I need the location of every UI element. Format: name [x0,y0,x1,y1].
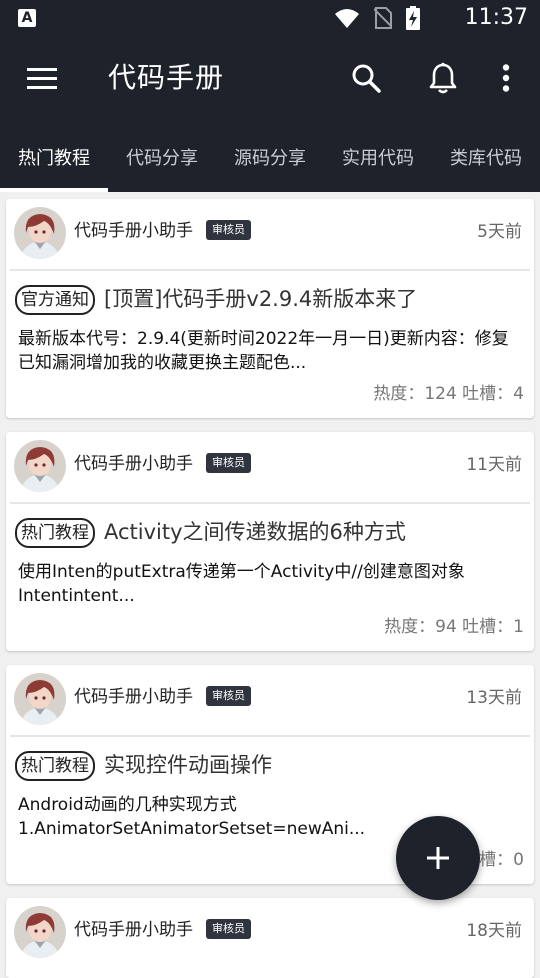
avatar[interactable] [14,673,66,725]
author-name: 代码手册小助手 [74,221,193,241]
role-badge: 审核员 [206,220,251,240]
post-tag: 热门教程 [15,518,95,548]
more-vert-icon [502,64,510,92]
avatar-image [14,673,66,725]
author-name: 代码手册小助手 [74,454,193,474]
tab-hot-tutorials[interactable]: 热门教程 [0,122,108,192]
divider [10,502,530,504]
menu-button[interactable] [22,62,62,96]
role-badge: 审核员 [206,686,251,706]
post-tag: 热门教程 [15,751,95,781]
post-time: 11天前 [466,455,522,475]
post-title: [顶置]代码手册v2.9.4新版本来了 [104,287,418,311]
clock: 11:37 [464,5,528,30]
post-excerpt: 最新版本代号：2.9.4(更新时间2022年一月一日)更新内容：修复已知漏洞增加… [18,329,509,373]
tab-library-code[interactable]: 类库代码 [432,122,540,192]
tab-indicator [0,188,108,192]
search-button[interactable] [346,58,386,98]
avatar[interactable] [14,906,66,958]
app-toolbar: 代码手册 [0,36,540,122]
notifications-button[interactable] [423,58,463,98]
search-icon [352,64,381,93]
role-badge: 审核员 [206,919,251,939]
post-tag: 官方通知 [15,285,95,315]
post-title: 实现控件动画操作 [104,753,272,777]
post-time: 18天前 [466,921,522,941]
post-time: 13天前 [466,688,522,708]
add-post-button[interactable] [396,816,480,900]
no-sim-icon [374,7,392,29]
post-title: Activity之间传递数据的6种方式 [104,520,406,544]
post-card[interactable]: 代码手册小助手 审核员 11天前 热门教程 Activity之间传递数据的6种方… [6,432,534,651]
plus-icon [427,847,449,869]
menu-icon [27,68,57,89]
avatar[interactable] [14,207,66,259]
divider [10,735,530,737]
avatar-image [14,440,66,492]
divider [10,269,530,271]
bell-icon [429,62,457,94]
post-stats: 热度：94 吐槽：1 [384,617,524,637]
post-card[interactable]: 代码手册小助手 审核员 18天前 [6,898,534,978]
tab-practical-code[interactable]: 实用代码 [324,122,432,192]
avatar-image [14,207,66,259]
more-options-button[interactable] [486,58,526,98]
role-badge: 审核员 [206,453,251,473]
app-title: 代码手册 [108,61,225,94]
author-name: 代码手册小助手 [74,920,193,940]
tab-source-share[interactable]: 源码分享 [216,122,324,192]
author-name: 代码手册小助手 [74,687,193,707]
post-time: 5天前 [477,222,522,242]
post-card[interactable]: 代码手册小助手 审核员 5天前 官方通知 [顶置]代码手册v2.9.4新版本来了… [6,199,534,418]
category-tabs: 热门教程 代码分享 源码分享 实用代码 类库代码 [0,122,540,192]
post-excerpt: 使用Inten的putExtra传递第一个Activity中//创建意图对象In… [18,562,465,606]
avatar[interactable] [14,440,66,492]
app-notification-letter: A [21,10,33,26]
tab-code-share[interactable]: 代码分享 [108,122,216,192]
post-stats: 热度：124 吐槽：4 [373,384,524,404]
wifi-icon [335,9,359,28]
status-bar: A 11:37 [0,0,540,36]
app-notification-icon: A [18,9,36,27]
avatar-image [14,906,66,958]
battery-charging-icon [406,6,420,30]
status-icons [334,6,420,30]
